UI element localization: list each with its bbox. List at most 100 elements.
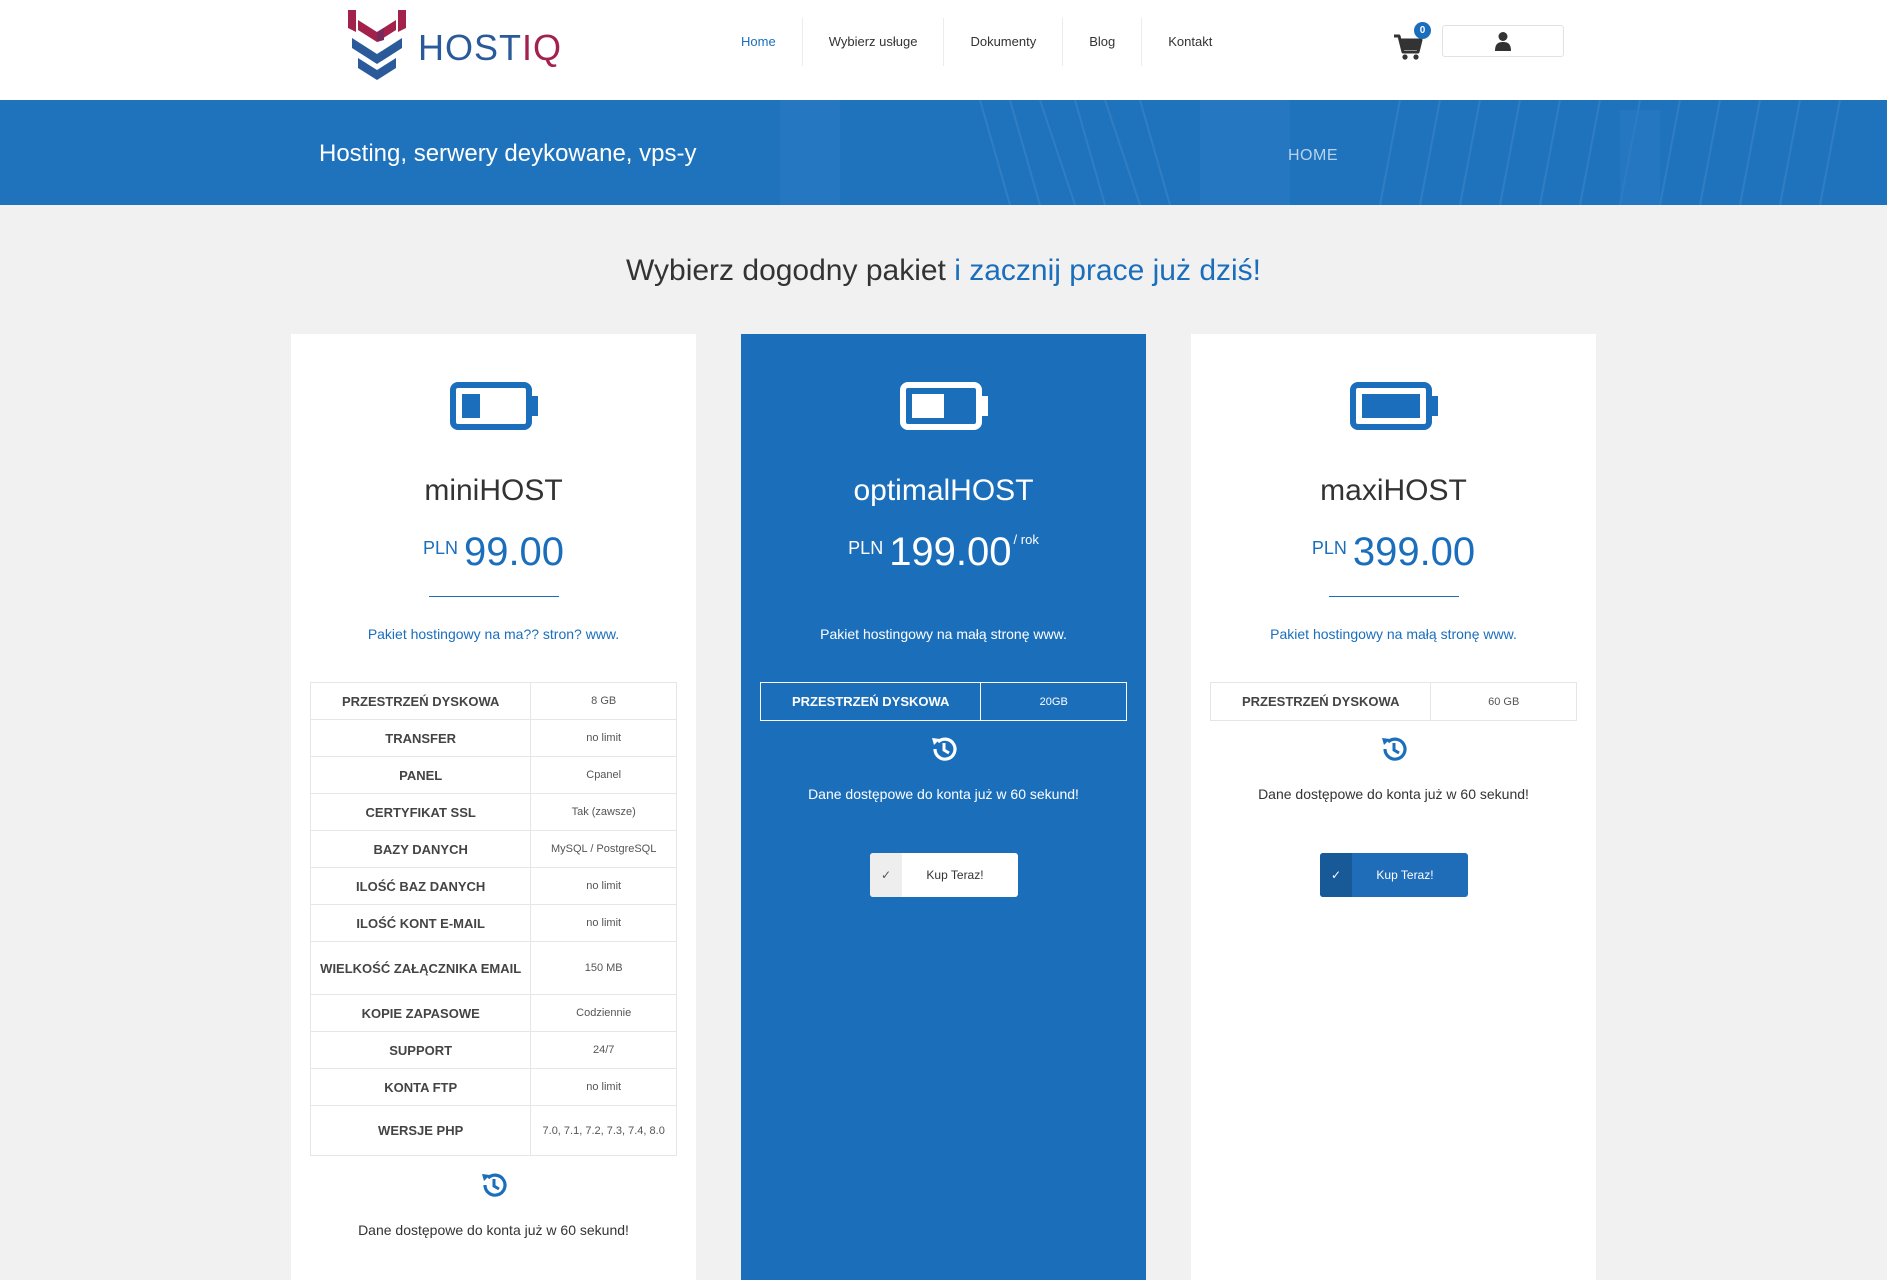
spec-key: Panel bbox=[309, 756, 532, 794]
plan-card-optimalhost: optimalHOST PLN 199.00/ rok Pakiet hostin… bbox=[741, 334, 1146, 1280]
spec-row: Ilość kont e-mail no limit bbox=[309, 904, 677, 942]
brand-name-part1: HOST bbox=[418, 27, 523, 68]
spec-value: 24/7 bbox=[530, 1031, 677, 1069]
spec-key: Support bbox=[309, 1031, 532, 1069]
activation-note: Dane dostępowe do konta już w 60 sekund! bbox=[808, 786, 1079, 802]
price-currency: PLN bbox=[1311, 538, 1347, 558]
nav-item-contact[interactable]: Kontakt bbox=[1142, 18, 1238, 66]
spec-value: Cpanel bbox=[530, 756, 677, 794]
cart-count-badge: 0 bbox=[1414, 22, 1431, 39]
spec-row: Bazy danych MySQL / PostgreSQL bbox=[309, 830, 677, 868]
spec-row: Wielkość załącznika email 150 MB bbox=[309, 941, 677, 995]
site-header: HOSTIQ Home Wybierz usługe Dokumenty Blo… bbox=[0, 0, 1887, 100]
breadcrumb-home[interactable]: HOME bbox=[1288, 147, 1338, 165]
spec-key: Wersje PHP bbox=[309, 1105, 532, 1156]
nav-item-documents[interactable]: Dokumenty bbox=[944, 18, 1064, 66]
plan-name: maxiHOST bbox=[1320, 474, 1467, 507]
user-account-button[interactable] bbox=[1442, 25, 1564, 57]
spec-key: Certyfikat SSL bbox=[309, 793, 532, 831]
plan-description: Pakiet hostingowy na małą stronę www. bbox=[1270, 626, 1517, 642]
battery-icon bbox=[1350, 382, 1438, 430]
spec-table: Przestrzeń dyskowa 8 GB Transfer no limit … bbox=[309, 682, 677, 1156]
spec-row: Kopie zapasowe Codziennie bbox=[309, 994, 677, 1032]
spec-key: Wielkość załącznika email bbox=[309, 941, 532, 995]
nav-item-services[interactable]: Wybierz usługe bbox=[803, 18, 945, 66]
spec-key: Przestrzeń dyskowa bbox=[759, 682, 982, 721]
spec-row: Transfer no limit bbox=[309, 719, 677, 757]
activation-note: Dane dostępowe do konta już w 60 sekund! bbox=[1258, 786, 1529, 802]
check-icon: ✓ bbox=[870, 853, 902, 897]
spec-value: no limit bbox=[530, 719, 677, 757]
plan-name: optimalHOST bbox=[853, 474, 1034, 507]
spec-row: Ilość baz danych no limit bbox=[309, 867, 677, 905]
spec-value: Tak (zawsze) bbox=[530, 793, 677, 831]
headline-accent: i zacznij prace już dziś! bbox=[954, 254, 1262, 287]
plan-price: PLN 199.00/ rok bbox=[741, 530, 1146, 575]
spec-row: Support 24/7 bbox=[309, 1031, 677, 1069]
price-amount: 199.00 bbox=[889, 530, 1012, 574]
spec-row: Wersje PHP 7.0, 7.1, 7.2, 7.3, 7.4, 8.0 bbox=[309, 1105, 677, 1156]
brand-name-part2: IQ bbox=[522, 27, 563, 68]
user-icon bbox=[1495, 32, 1511, 51]
buy-now-button[interactable]: ✓ Kup Teraz! bbox=[1320, 853, 1468, 897]
spec-value: no limit bbox=[530, 904, 677, 942]
spec-row: Przestrzeń dyskowa 8 GB bbox=[309, 682, 677, 720]
spec-key: Ilość kont e-mail bbox=[309, 904, 532, 942]
spec-value: Codziennie bbox=[530, 994, 677, 1032]
spec-value: 20GB bbox=[980, 682, 1127, 721]
page-banner: Hosting, serwery deykowane, vps-y HOME bbox=[0, 100, 1887, 205]
price-period: / rok bbox=[1013, 532, 1039, 547]
spec-value: 7.0, 7.1, 7.2, 7.3, 7.4, 8.0 bbox=[530, 1105, 677, 1156]
spec-row: Panel Cpanel bbox=[309, 756, 677, 794]
spec-value: 60 GB bbox=[1430, 682, 1577, 721]
price-currency: PLN bbox=[422, 538, 458, 558]
plan-price: PLN 99.00 bbox=[291, 530, 696, 575]
buy-now-label: Kup Teraz! bbox=[926, 868, 984, 882]
main-nav: Home Wybierz usługe Dokumenty Blog Konta… bbox=[715, 18, 1238, 66]
price-currency: PLN bbox=[848, 538, 884, 558]
server-rack-background bbox=[780, 100, 1841, 205]
buy-now-label: Kup Teraz! bbox=[1376, 868, 1434, 882]
hostiq-logo-icon bbox=[348, 10, 406, 80]
brand-name: HOSTIQ bbox=[418, 27, 562, 69]
spec-key: Przestrzeń dyskowa bbox=[309, 682, 532, 720]
plan-description: Pakiet hostingowy na ma?? stron? www. bbox=[367, 626, 620, 642]
spec-table: Przestrzeń dyskowa 60 GB bbox=[1209, 682, 1577, 721]
banner-title: Hosting, serwery deykowane, vps-y bbox=[319, 140, 697, 167]
spec-key: Przestrzeń dyskowa bbox=[1209, 682, 1432, 721]
history-icon bbox=[482, 1173, 507, 1197]
history-icon bbox=[932, 737, 957, 761]
section-headline: Wybierz dogodny pakiet i zacznij prace j… bbox=[0, 254, 1887, 288]
plan-card-maxihost: maxiHOST PLN 399.00 Pakiet hostingowy na … bbox=[1191, 334, 1596, 1280]
activation-note: Dane dostępowe do konta już w 60 sekund! bbox=[358, 1222, 629, 1238]
nav-item-blog[interactable]: Blog bbox=[1063, 18, 1143, 66]
plan-price: PLN 399.00 bbox=[1191, 530, 1596, 575]
plan-name: miniHOST bbox=[424, 474, 563, 507]
price-amount: 399.00 bbox=[1352, 530, 1476, 574]
spec-table: Przestrzeń dyskowa 20GB bbox=[759, 682, 1127, 721]
spec-row: Certyfikat SSL Tak (zawsze) bbox=[309, 793, 677, 831]
price-divider bbox=[1329, 596, 1459, 597]
battery-icon bbox=[450, 382, 538, 430]
plan-description: Pakiet hostingowy na małą stronę www. bbox=[820, 626, 1067, 642]
spec-value: no limit bbox=[530, 867, 677, 905]
price-divider bbox=[429, 596, 559, 597]
spec-value: no limit bbox=[530, 1068, 677, 1106]
spec-row: Konta FTP no limit bbox=[309, 1068, 677, 1106]
spec-key: Transfer bbox=[309, 719, 532, 757]
spec-row: Przestrzeń dyskowa 60 GB bbox=[1209, 682, 1577, 721]
plan-card-minihost: miniHOST PLN 99.00 Pakiet hostingowy na m… bbox=[291, 334, 696, 1280]
price-amount: 99.00 bbox=[463, 530, 565, 574]
spec-value: MySQL / PostgreSQL bbox=[530, 830, 677, 868]
headline-main: Wybierz dogodny pakiet bbox=[625, 254, 955, 287]
spec-key: Bazy danych bbox=[309, 830, 532, 868]
spec-key: Ilość baz danych bbox=[309, 867, 532, 905]
check-icon: ✓ bbox=[1320, 853, 1352, 897]
buy-now-button[interactable]: ✓ Kup Teraz! bbox=[870, 853, 1018, 897]
spec-key: Kopie zapasowe bbox=[309, 994, 532, 1032]
nav-item-home[interactable]: Home bbox=[715, 18, 803, 66]
spec-key: Konta FTP bbox=[309, 1068, 532, 1106]
spec-row: Przestrzeń dyskowa 20GB bbox=[759, 682, 1127, 721]
battery-icon bbox=[900, 382, 988, 430]
brand-logo[interactable]: HOSTIQ bbox=[344, 10, 562, 86]
